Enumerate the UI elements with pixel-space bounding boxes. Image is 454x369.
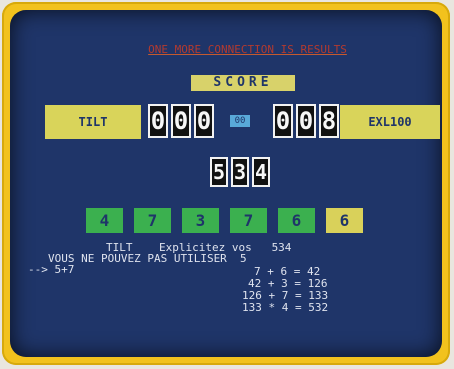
score-label: SCORE [189,73,297,93]
round-indicator: 00 [230,115,250,127]
target-digit-2: 3 [231,157,249,187]
number-tile[interactable]: 6 [278,208,315,233]
game-title: ONE MORE CONNECTION IS RESULTS [148,43,347,56]
score-left-digit-2: 0 [171,104,191,138]
game-screen: ONE MORE CONNECTION IS RESULTS SCORE TIL… [10,10,442,357]
player-left-name: TILT [45,105,141,139]
score-right-digit-3: 8 [319,104,339,138]
number-tile[interactable]: 4 [86,208,123,233]
score-right-digit-1: 0 [273,104,293,138]
calc-line-4: 133 * 4 = 532 [242,301,329,314]
number-tiles: 4 7 3 7 6 6 [86,208,363,233]
score-right-digit-2: 0 [296,104,316,138]
score-left-digit-1: 0 [148,104,168,138]
score-left: 0 0 0 [148,104,214,140]
target-number: 5 3 4 [210,157,270,187]
number-tile[interactable]: 7 [134,208,171,233]
restriction-line: VOUS NE POUVEZ PAS UTILISER 5 [48,252,247,265]
score-left-digit-3: 0 [194,104,214,138]
target-digit-1: 5 [210,157,228,187]
player-right-name: EXL100 [340,105,440,139]
input-line: --> 5+7 [28,263,75,276]
score-right: 0 0 8 [273,104,339,140]
screen-bezel: ONE MORE CONNECTION IS RESULTS SCORE TIL… [2,2,450,365]
number-tile[interactable]: 3 [182,208,219,233]
number-tile[interactable]: 6 [326,208,363,233]
target-digit-3: 4 [252,157,270,187]
number-tile[interactable]: 7 [230,208,267,233]
